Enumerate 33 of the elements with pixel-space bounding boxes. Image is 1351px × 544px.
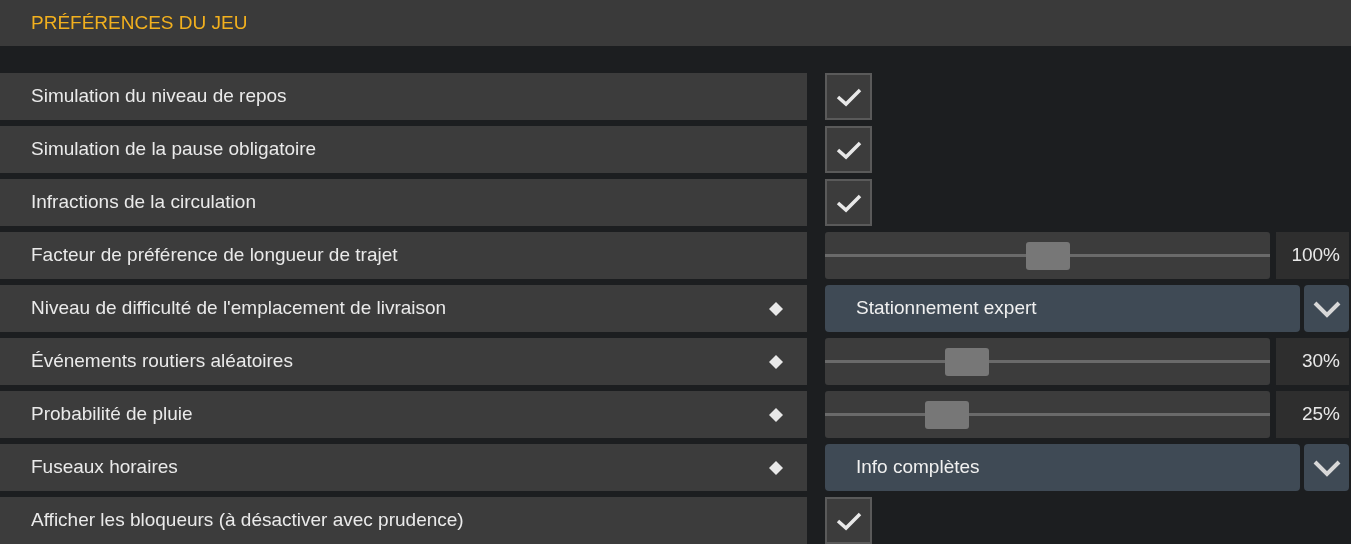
setting-label: Simulation de la pause obligatoire bbox=[31, 137, 318, 162]
setting-label: Fuseaux horaires bbox=[31, 455, 179, 480]
slider-value: 30% bbox=[1276, 338, 1349, 385]
checkmark-icon bbox=[835, 192, 862, 213]
checkmark-icon bbox=[835, 86, 862, 107]
checkmark-icon bbox=[835, 139, 862, 160]
checkbox[interactable] bbox=[825, 126, 872, 173]
setting-label: Afficher les bloqueurs (à désactiver avec prudence) bbox=[31, 508, 465, 533]
slider-track[interactable] bbox=[825, 232, 1270, 279]
chevron-down-icon bbox=[1311, 299, 1342, 318]
setting-label: Niveau de difficulté de l'emplacement de livraison bbox=[31, 296, 448, 321]
setting-label: Probabilité de pluie bbox=[31, 402, 194, 427]
slider-thumb[interactable] bbox=[925, 400, 970, 429]
checkbox[interactable] bbox=[825, 179, 872, 226]
checkbox[interactable] bbox=[825, 497, 872, 544]
slider-thumb[interactable] bbox=[1025, 241, 1070, 270]
setting-label: Facteur de préférence de longueur de trajet bbox=[31, 243, 399, 268]
setting-label: Événements routiers aléatoires bbox=[31, 349, 294, 374]
dropdown-field[interactable]: Stationnement expert bbox=[825, 285, 1300, 332]
section-title: PRÉFÉRENCES DU JEU bbox=[31, 10, 248, 35]
setting-label: Infractions de la circulation bbox=[31, 190, 257, 215]
chevron-down-icon bbox=[1311, 458, 1342, 477]
dropdown-field[interactable]: Info complètes bbox=[825, 444, 1300, 491]
slider-track[interactable] bbox=[825, 338, 1270, 385]
checkbox[interactable] bbox=[825, 73, 872, 120]
dropdown-toggle[interactable] bbox=[1304, 285, 1349, 332]
dropdown-toggle[interactable] bbox=[1304, 444, 1349, 491]
setting-label: Simulation du niveau de repos bbox=[31, 84, 288, 109]
slider-thumb[interactable] bbox=[945, 347, 990, 376]
checkmark-icon bbox=[835, 510, 862, 531]
slider-value: 25% bbox=[1276, 391, 1349, 438]
slider-track[interactable] bbox=[825, 391, 1270, 438]
slider-value: 100% bbox=[1276, 232, 1349, 279]
